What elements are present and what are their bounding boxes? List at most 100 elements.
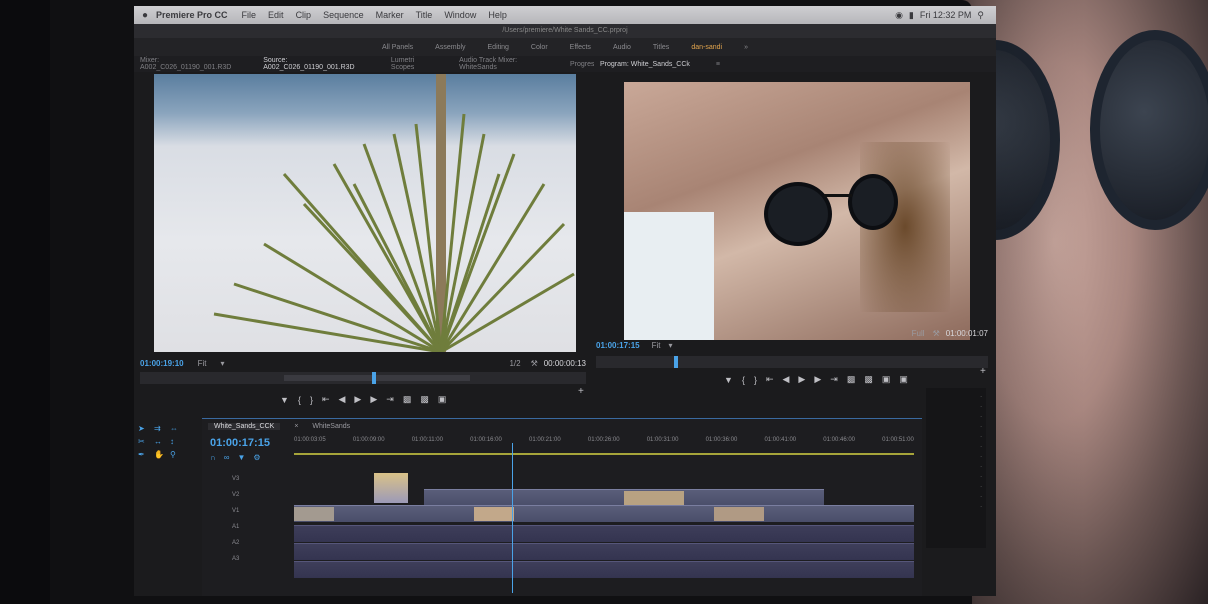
- workspace-assembly[interactable]: Assembly: [435, 44, 465, 51]
- workspace-effects[interactable]: Effects: [570, 44, 591, 51]
- work-area-bar[interactable]: [294, 453, 914, 455]
- timeline-playhead[interactable]: [512, 443, 513, 593]
- workspace-color[interactable]: Color: [531, 44, 548, 51]
- program-add-button-icon[interactable]: +: [980, 366, 986, 377]
- extract-icon[interactable]: ▩: [864, 374, 873, 385]
- track-header-v2[interactable]: V2: [202, 487, 292, 503]
- workspace-active[interactable]: dan-sandi: [691, 44, 722, 51]
- razor-tool-icon[interactable]: ✂: [138, 437, 150, 446]
- program-play-icon[interactable]: ▶: [798, 374, 805, 385]
- slip-tool-icon[interactable]: ↔: [154, 437, 166, 446]
- chevron-right-icon[interactable]: »: [744, 44, 748, 51]
- overwrite-icon[interactable]: ▩: [420, 394, 429, 405]
- program-step-forward-icon[interactable]: ▶: [814, 374, 821, 385]
- export-frame-icon[interactable]: ▣: [438, 394, 447, 405]
- snap-icon[interactable]: ∩: [210, 453, 216, 462]
- track-header-v1[interactable]: V1: [202, 503, 292, 519]
- tab-sequence-whitesands[interactable]: WhiteSands: [312, 423, 350, 430]
- step-back-icon[interactable]: ◀: [339, 394, 346, 405]
- pen-tool-icon[interactable]: ✒: [138, 450, 150, 459]
- menu-sequence[interactable]: Sequence: [323, 10, 364, 20]
- insert-icon[interactable]: ▩: [403, 394, 412, 405]
- program-mark-out-bracket-icon[interactable]: }: [754, 375, 757, 385]
- track-select-icon[interactable]: ⇉: [154, 424, 166, 433]
- track-header-a3[interactable]: A3: [202, 551, 292, 567]
- workspace-all-panels[interactable]: All Panels: [382, 44, 413, 51]
- zoom-tool-icon[interactable]: ⚲: [170, 450, 182, 459]
- workspace-titles[interactable]: Titles: [653, 44, 669, 51]
- hand-tool-icon[interactable]: ✋: [154, 450, 166, 459]
- search-icon[interactable]: ⚲: [977, 10, 984, 21]
- menu-edit[interactable]: Edit: [268, 10, 284, 20]
- source-resolution[interactable]: 1/2: [509, 359, 520, 368]
- track-a3-clips[interactable]: [294, 561, 914, 578]
- source-monitor-view[interactable]: [154, 74, 576, 352]
- workspace-editing[interactable]: Editing: [488, 44, 509, 51]
- battery-icon[interactable]: ▮: [909, 10, 914, 21]
- track-header-v3[interactable]: V3: [202, 471, 292, 487]
- ripple-edit-icon[interactable]: ⇔: [170, 424, 182, 433]
- menu-clip[interactable]: Clip: [296, 10, 312, 20]
- comparison-view-icon[interactable]: ▣: [899, 374, 908, 385]
- lift-icon[interactable]: ▩: [847, 374, 856, 385]
- program-go-to-out-icon[interactable]: ⇥: [830, 374, 838, 385]
- wifi-icon[interactable]: ◉: [895, 10, 903, 21]
- source-scrub-bar[interactable]: [140, 372, 586, 384]
- tab-audio-track-mixer[interactable]: Audio Track Mixer: WhiteSands: [459, 57, 544, 71]
- slide-tool-icon[interactable]: ↕: [170, 437, 182, 446]
- track-v1-clips[interactable]: [294, 505, 914, 522]
- step-forward-icon[interactable]: ▶: [370, 394, 377, 405]
- apple-icon[interactable]: ●: [134, 10, 156, 21]
- program-playhead[interactable]: [674, 356, 678, 368]
- workspace-audio[interactable]: Audio: [613, 44, 631, 51]
- app-name[interactable]: Premiere Pro CC: [156, 10, 228, 20]
- tab-sequence-white-sands-cck[interactable]: White_Sands_CCK: [208, 422, 281, 430]
- play-icon[interactable]: ▶: [354, 394, 361, 405]
- linked-selection-icon[interactable]: ∞: [224, 453, 230, 462]
- selection-tool-icon[interactable]: ➤: [138, 424, 150, 433]
- tab-source[interactable]: Source: A002_C026_01190_001.R3D: [263, 57, 365, 71]
- go-to-in-icon[interactable]: ⇤: [322, 394, 330, 405]
- program-monitor-view[interactable]: [624, 82, 970, 340]
- panel-menu-icon[interactable]: ≡: [716, 61, 720, 68]
- track-a2-clips[interactable]: [294, 543, 914, 560]
- tab-mixer[interactable]: Mixer: A002_C026_01190_001.R3D: [140, 57, 237, 71]
- program-resolution[interactable]: Full: [912, 329, 925, 338]
- tab-program[interactable]: Program: White_Sands_CCk: [600, 61, 690, 68]
- menu-title[interactable]: Title: [416, 10, 433, 20]
- source-add-button-icon[interactable]: +: [578, 386, 584, 397]
- tab-lumetri-scopes[interactable]: Lumetri Scopes: [391, 57, 433, 71]
- track-header-a1[interactable]: A1: [202, 519, 292, 535]
- track-header-a2[interactable]: A2: [202, 535, 292, 551]
- wrench-icon[interactable]: ⚒: [531, 359, 538, 368]
- source-fit-select[interactable]: Fit: [198, 359, 207, 368]
- track-v2-clips[interactable]: [424, 489, 824, 506]
- program-wrench-icon[interactable]: ⚒: [933, 329, 940, 338]
- menu-marker[interactable]: Marker: [376, 10, 404, 20]
- go-to-out-icon[interactable]: ⇥: [386, 394, 394, 405]
- menu-help[interactable]: Help: [488, 10, 507, 20]
- menu-window[interactable]: Window: [444, 10, 476, 20]
- program-go-to-in-icon[interactable]: ⇤: [766, 374, 774, 385]
- program-timecode[interactable]: 01:00:17:15: [596, 341, 640, 350]
- sequence-close-icon[interactable]: ×: [294, 423, 298, 430]
- program-step-back-icon[interactable]: ◀: [783, 374, 790, 385]
- program-mark-in-bracket-icon[interactable]: {: [742, 375, 745, 385]
- clip-v3-title[interactable]: [374, 473, 408, 503]
- track-a1-clips[interactable]: [294, 525, 914, 542]
- timeline-settings-icon[interactable]: ⚙: [253, 453, 260, 462]
- program-export-frame-icon[interactable]: ▣: [882, 374, 891, 385]
- menu-file[interactable]: File: [242, 10, 257, 20]
- program-mark-in-icon[interactable]: ▼: [724, 375, 733, 385]
- mark-in-icon[interactable]: ▼: [280, 395, 289, 405]
- program-scrub-bar[interactable]: [596, 356, 988, 368]
- source-timecode[interactable]: 01:00:19:10: [140, 359, 184, 368]
- program-fit-chevron-icon[interactable]: ▾: [668, 341, 672, 350]
- mark-in-bracket-icon[interactable]: {: [298, 395, 301, 405]
- program-fit-select[interactable]: Fit: [652, 341, 661, 350]
- source-playhead[interactable]: [372, 372, 376, 384]
- source-fit-chevron-icon[interactable]: ▾: [220, 359, 224, 368]
- timeline-ruler[interactable]: 01:00:03:05 01:00:09:00 01:00:11:00 01:0…: [294, 437, 914, 453]
- mark-out-bracket-icon[interactable]: }: [310, 395, 313, 405]
- add-marker-icon[interactable]: ▼: [237, 453, 245, 462]
